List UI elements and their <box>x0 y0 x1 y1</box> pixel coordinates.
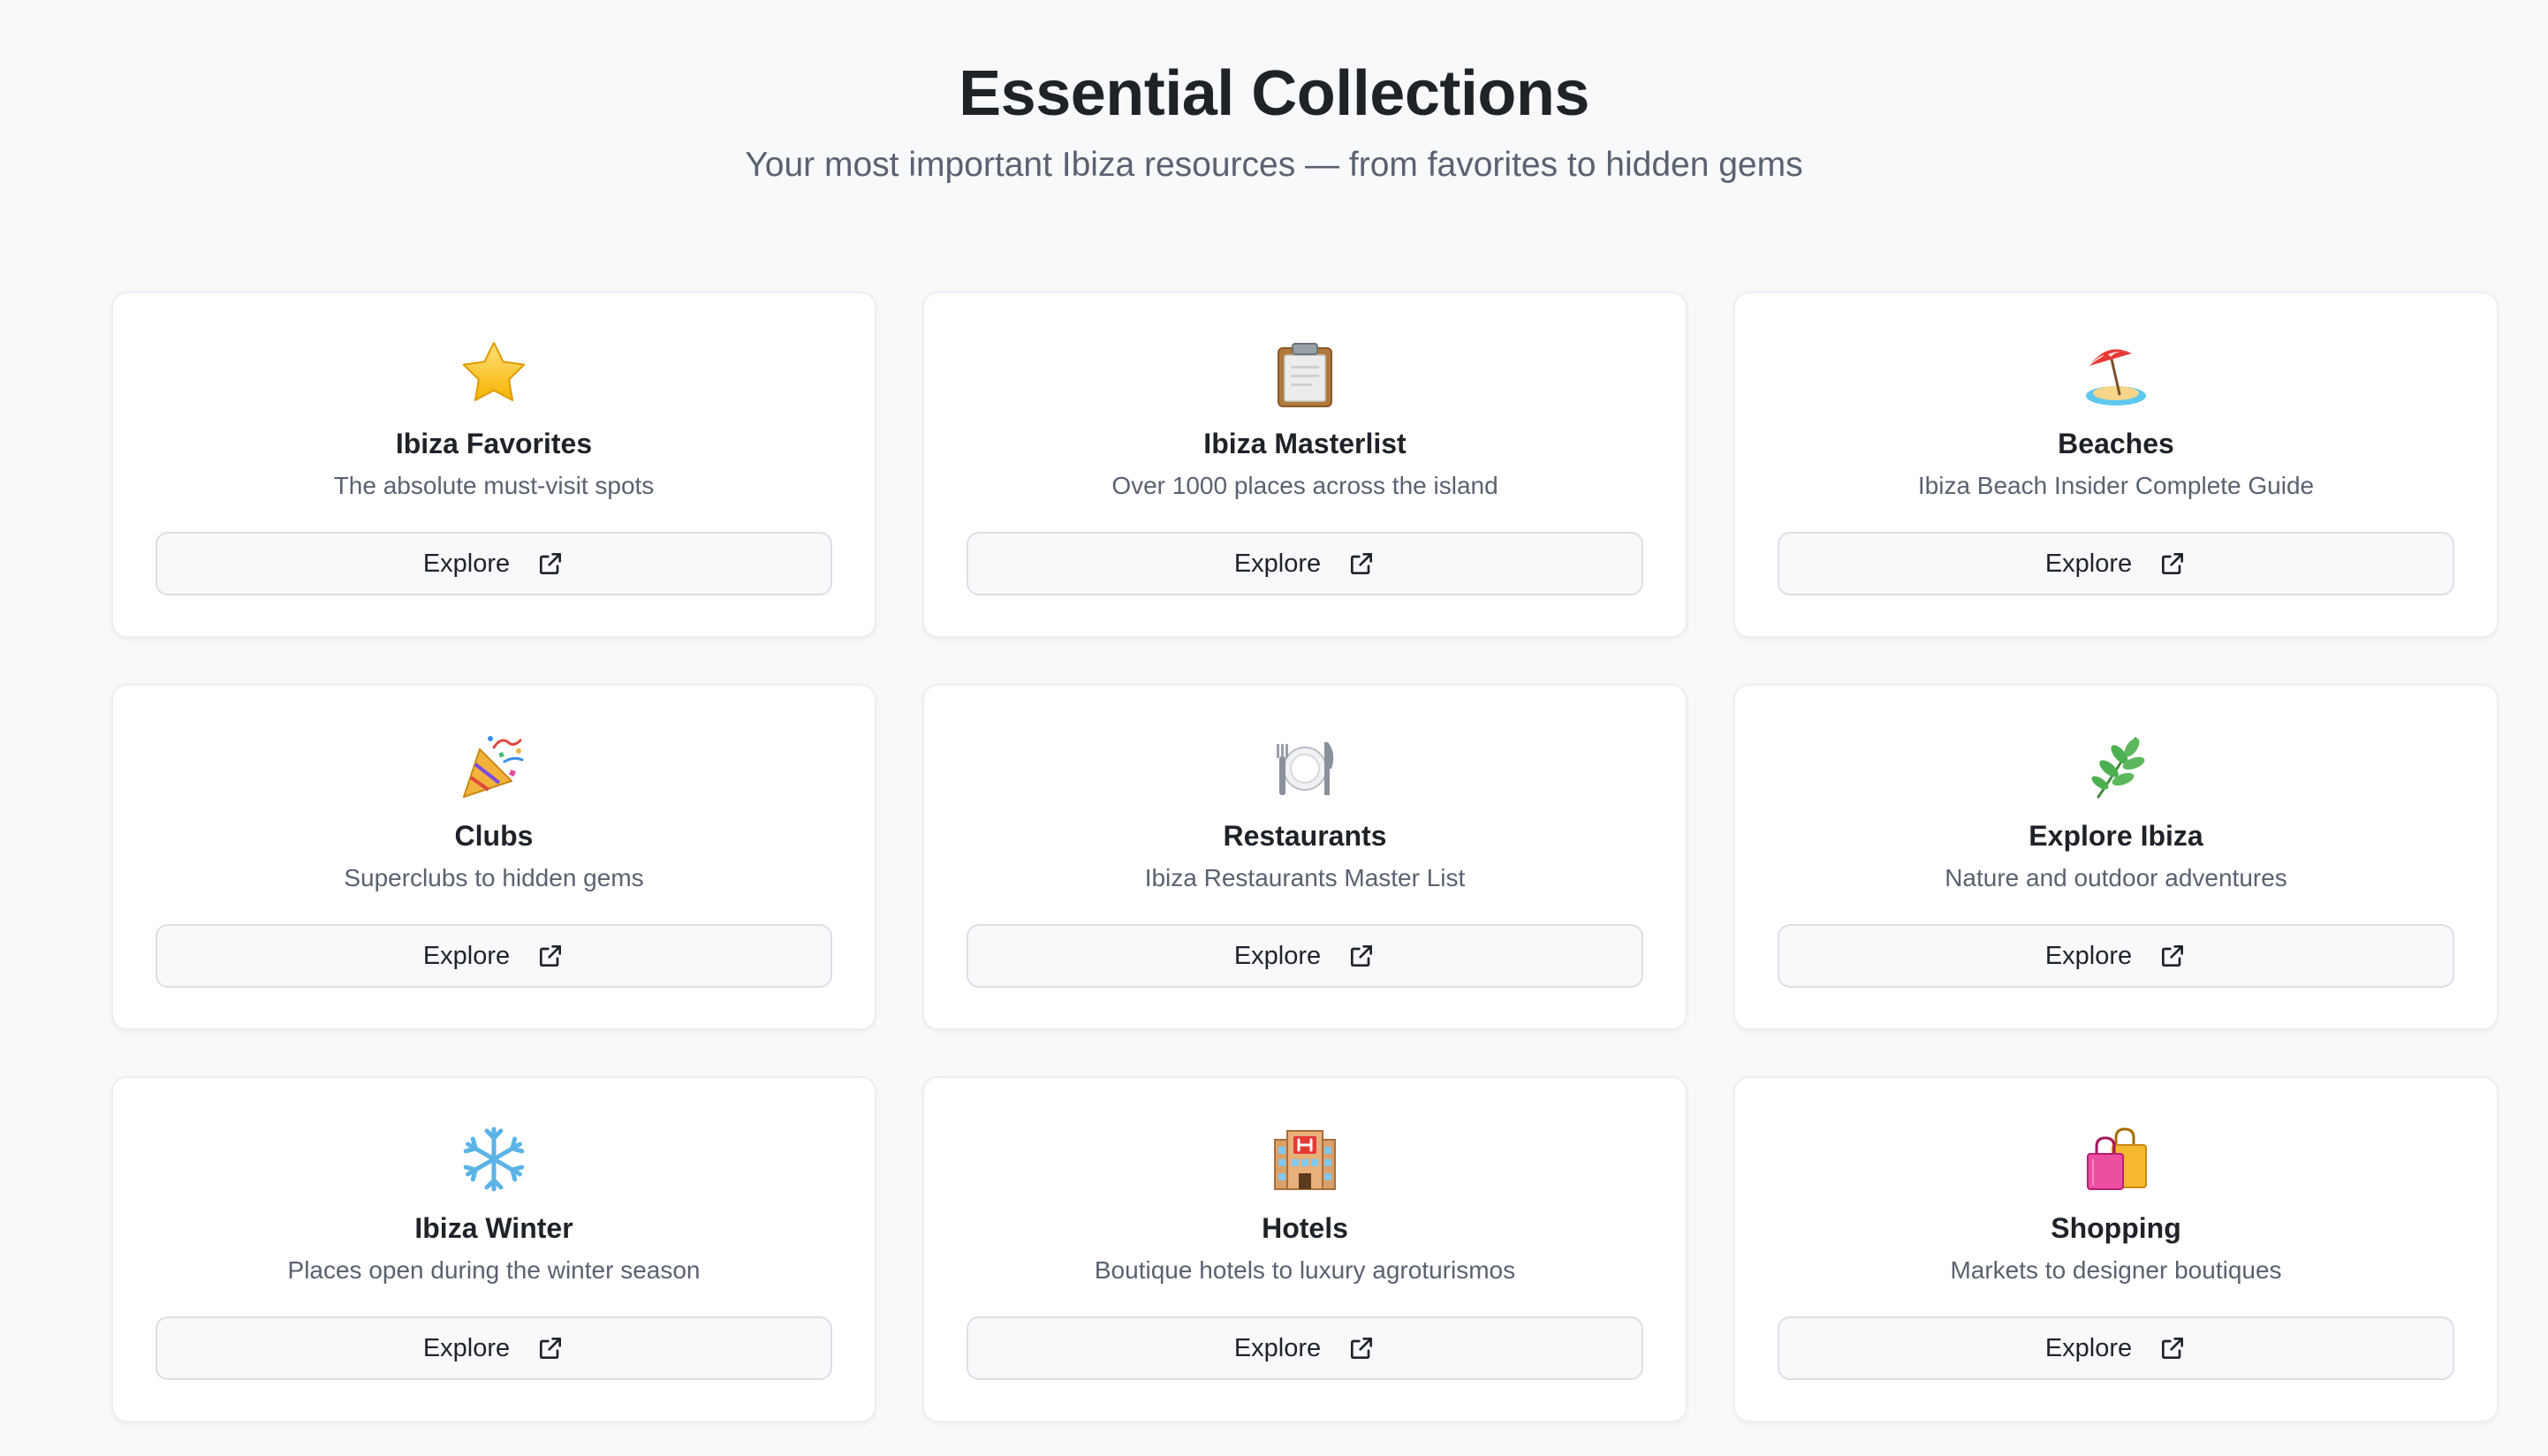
external-link-icon <box>2162 1338 2184 1359</box>
card-description: Over 1000 places across the island <box>1111 472 1498 499</box>
card-title: Hotels <box>1262 1212 1348 1244</box>
card-title: Restaurants <box>1223 820 1387 852</box>
collections-page: Essential Collections Your most importan… <box>0 0 2548 1456</box>
page-title: Essential Collections <box>959 58 1589 129</box>
explore-button-label: Explore <box>1233 941 1322 970</box>
hotel-icon <box>1274 1130 1336 1190</box>
herb-icon <box>2091 737 2145 799</box>
collection-card-ibiza-masterlist: Ibiza Masterlist Over 1000 places across… <box>922 292 1687 638</box>
explore-button-label: Explore <box>422 549 511 578</box>
card-description: Places open during the winter season <box>287 1256 701 1284</box>
explore-button[interactable]: Explore <box>1778 532 2454 595</box>
external-link-icon <box>1351 945 1373 967</box>
collection-card-ibiza-favorites: Ibiza Favorites The absolute must-visit … <box>111 292 876 638</box>
collection-card-ibiza-winter: Ibiza Winter Places open during the wint… <box>111 1076 876 1422</box>
card-title: Ibiza Winter <box>414 1212 573 1244</box>
explore-button[interactable]: Explore <box>1778 924 2454 988</box>
explore-button-label: Explore <box>2044 549 2133 578</box>
card-title: Explore Ibiza <box>2029 820 2203 852</box>
beach-umbrella-icon <box>2086 349 2146 406</box>
collection-card-hotels: Hotels Boutique hotels to luxury agrotur… <box>922 1076 1687 1422</box>
card-title: Shopping <box>2051 1212 2181 1244</box>
collections-grid: Ibiza Favorites The absolute must-visit … <box>111 292 2499 1422</box>
explore-button[interactable]: Explore <box>155 532 832 595</box>
card-description: Boutique hotels to luxury agroturismos <box>1094 1256 1516 1284</box>
star-icon <box>462 342 526 401</box>
collection-card-clubs: Clubs Superclubs to hidden gems Explore <box>111 684 876 1030</box>
section-header: Essential Collections Your most importan… <box>0 0 2548 187</box>
card-title: Clubs <box>454 820 534 852</box>
explore-button-label: Explore <box>422 1333 511 1362</box>
explore-button-label: Explore <box>2044 941 2133 970</box>
clipboard-icon <box>1278 343 1332 407</box>
external-link-icon <box>1351 1338 1373 1359</box>
card-description: Ibiza Beach Insider Complete Guide <box>1917 472 2315 499</box>
card-description: Ibiza Restaurants Master List <box>1144 864 1466 891</box>
explore-button-label: Explore <box>1233 1333 1322 1362</box>
explore-button[interactable]: Explore <box>967 532 1643 595</box>
collection-card-restaurants: Restaurants Ibiza Restaurants Master Lis… <box>922 684 1687 1030</box>
fork-knife-plate-icon <box>1277 742 1334 795</box>
external-link-icon <box>540 553 562 574</box>
card-description: The absolute must-visit spots <box>333 472 655 499</box>
collection-card-explore-ibiza: Explore Ibiza Nature and outdoor adventu… <box>1733 684 2499 1030</box>
shopping-bags-icon <box>2087 1127 2147 1190</box>
explore-button[interactable]: Explore <box>155 924 832 988</box>
explore-button-label: Explore <box>422 941 511 970</box>
external-link-icon <box>2162 553 2184 574</box>
explore-button[interactable]: Explore <box>967 1316 1643 1380</box>
explore-button-label: Explore <box>2044 1333 2133 1362</box>
page-subtitle: Your most important Ibiza resources — fr… <box>745 146 1803 184</box>
explore-button[interactable]: Explore <box>1778 1316 2454 1380</box>
explore-button[interactable]: Explore <box>155 1316 832 1380</box>
explore-button-label: Explore <box>1233 549 1322 578</box>
external-link-icon <box>540 1338 562 1359</box>
card-title: Ibiza Masterlist <box>1203 428 1407 459</box>
card-description: Markets to designer boutiques <box>1950 1256 2282 1284</box>
party-popper-icon <box>463 736 524 798</box>
card-title: Beaches <box>2058 428 2174 459</box>
external-link-icon <box>540 945 562 967</box>
card-description: Superclubs to hidden gems <box>344 864 644 891</box>
explore-button[interactable]: Explore <box>967 924 1643 988</box>
card-title: Ibiza Favorites <box>395 428 593 459</box>
snowflake-icon <box>463 1126 525 1192</box>
external-link-icon <box>2162 945 2184 967</box>
card-description: Nature and outdoor adventures <box>1945 864 2287 891</box>
collection-card-shopping: Shopping Markets to designer boutiques E… <box>1733 1076 2499 1422</box>
collection-card-beaches: Beaches Ibiza Beach Insider Complete Gui… <box>1733 292 2499 638</box>
external-link-icon <box>1351 553 1373 574</box>
